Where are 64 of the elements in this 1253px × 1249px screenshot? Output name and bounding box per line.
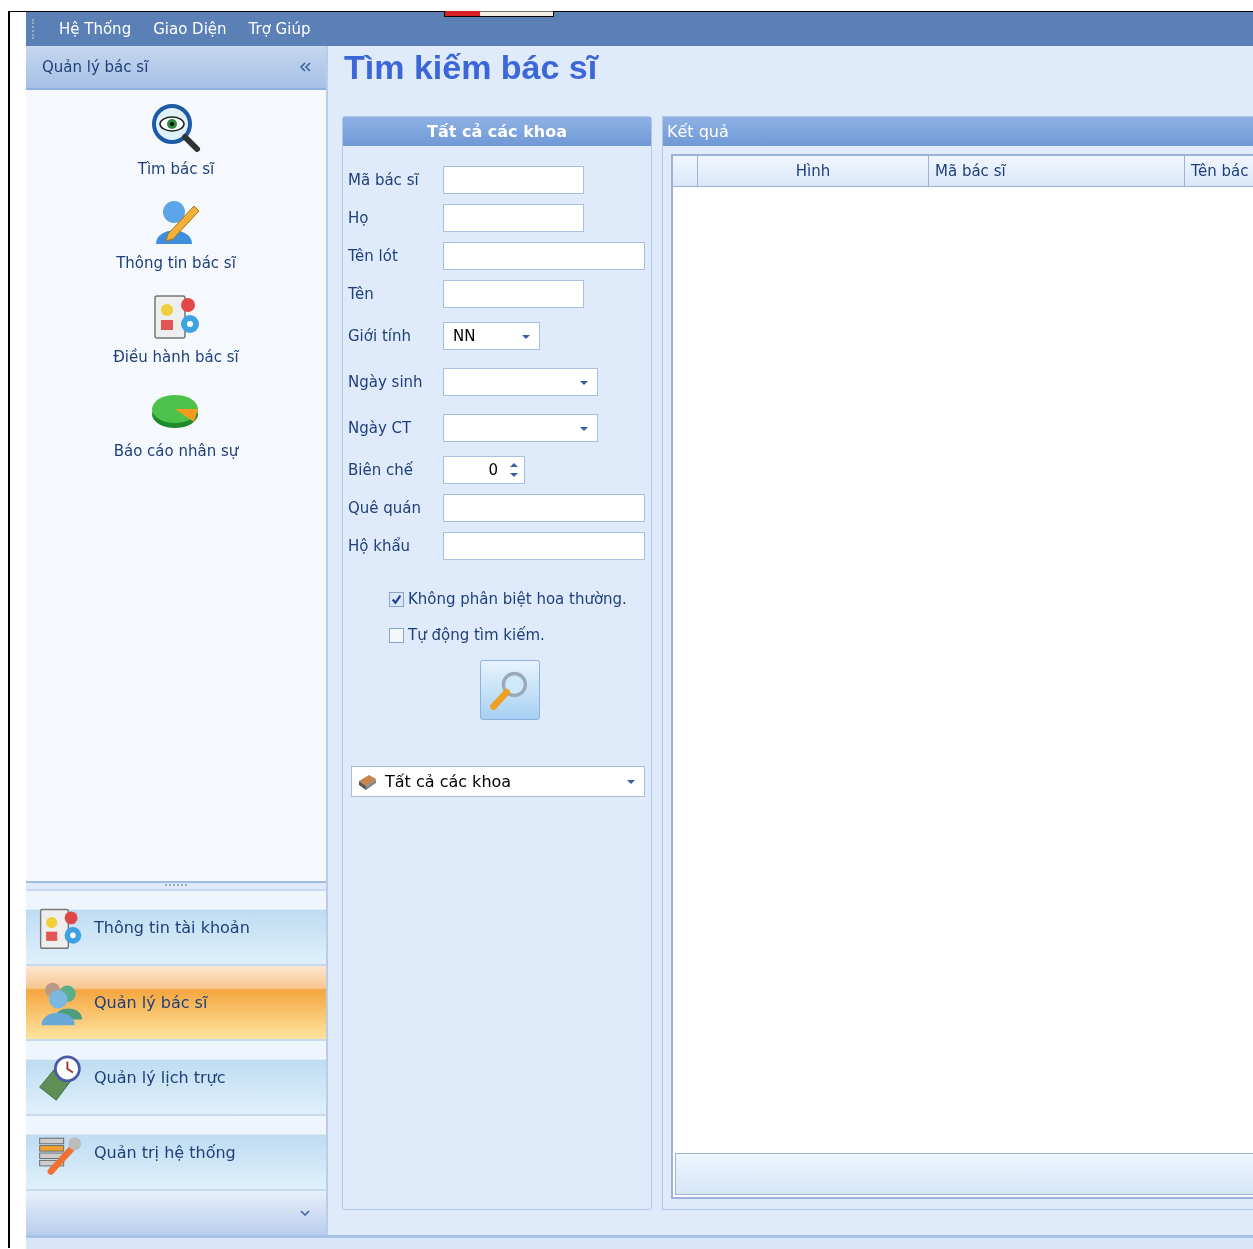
input-field[interactable] — [443, 494, 645, 522]
field-label: Hộ khẩu — [348, 537, 412, 555]
input-field[interactable] — [443, 414, 598, 442]
input-field[interactable] — [443, 166, 584, 194]
nav-button-label: Thông tin tài khoản — [94, 918, 250, 937]
book-icon — [357, 772, 377, 791]
chevron-down-icon[interactable] — [300, 1210, 310, 1216]
input-field[interactable] — [443, 368, 598, 396]
nav-button[interactable]: Thông tin tài khoản — [26, 889, 326, 964]
checkbox[interactable] — [389, 627, 404, 643]
sidebar-item-label: Tìm bác sĩ — [137, 160, 215, 178]
spinner-arrows-icon — [510, 462, 518, 478]
nav-button[interactable]: Quản lý bác sĩ — [26, 964, 326, 1039]
input-field[interactable] — [443, 532, 645, 560]
field-label: Ngày CT — [348, 419, 413, 437]
nav-button-label: Quản trị hệ thống — [94, 1143, 236, 1162]
checkbox-label: Không phân biệt hoa thường. — [408, 590, 627, 608]
dropdown-arrow-icon — [580, 381, 588, 385]
sidebar-item[interactable]: Báo cáo nhân sự — [113, 384, 239, 460]
book-clock-icon — [36, 1053, 84, 1102]
menu-item[interactable]: Trợ Giúp — [248, 20, 311, 38]
field-label: Ngày sinh — [348, 373, 424, 391]
grip-icon — [32, 19, 37, 39]
dropdown-arrow-icon — [627, 780, 635, 784]
dropdown-arrow-icon — [580, 427, 588, 431]
column-header[interactable]: Hình — [698, 156, 929, 186]
sidebar-item[interactable]: Thông tin bác sĩ — [116, 196, 236, 272]
input-field[interactable] — [443, 204, 584, 232]
field-label: Giới tính — [348, 327, 412, 345]
field-label: Quê quán — [348, 499, 423, 517]
field-label: Biên chế — [348, 461, 414, 479]
sidebar-item[interactable]: Tìm bác sĩ — [137, 102, 215, 178]
nav-button[interactable]: Quản lý lịch trực — [26, 1039, 326, 1114]
field-label: Họ — [348, 209, 370, 227]
sidebar-item-label: Báo cáo nhân sự — [113, 442, 239, 460]
field-label: Mã bác sĩ — [348, 171, 420, 189]
menu-item[interactable]: Giao Diện — [153, 20, 227, 38]
nav-button-label: Quản lý lịch trực — [94, 1068, 226, 1087]
input-field[interactable]: NN — [443, 322, 540, 350]
nav-button-label: Quản lý bác sĩ — [94, 993, 208, 1012]
checkbox-label: Tự động tìm kiếm. — [408, 626, 545, 644]
column-header[interactable]: Tên bác — [1185, 156, 1253, 186]
sidebar-item-label: Điều hành bác sĩ — [113, 348, 239, 366]
collapse-icon[interactable] — [298, 62, 312, 72]
department-dropdown[interactable]: Tất cả các khoa — [351, 766, 645, 797]
panel-title: Tất cả các khoa — [343, 117, 651, 146]
eye-magnifier-icon — [150, 102, 202, 154]
menu-item[interactable]: Hệ Thống — [59, 20, 132, 38]
panel-title: Kết quả — [663, 117, 1253, 146]
sidebar-item[interactable]: Điều hành bác sĩ — [113, 290, 239, 366]
input-field[interactable] — [443, 242, 645, 270]
checkbox[interactable] — [389, 591, 404, 607]
input-field[interactable] — [443, 280, 584, 308]
sidebar-title: Quản lý bác sĩ — [42, 58, 149, 76]
page-title: Tìm kiếm bác sĩ — [343, 47, 600, 88]
splitter-handle[interactable] — [26, 881, 326, 889]
dropdown-arrow-icon — [522, 335, 530, 339]
field-label: Tên — [348, 285, 375, 303]
search-button[interactable] — [480, 660, 540, 720]
sidebar-item-label: Thông tin bác sĩ — [116, 254, 236, 272]
field-label: Tên lót — [348, 247, 399, 265]
column-header[interactable]: Mã bác sĩ — [929, 156, 1185, 186]
nav-button[interactable]: Quản trị hệ thống — [26, 1114, 326, 1189]
input-field[interactable]: 0 — [443, 456, 525, 484]
